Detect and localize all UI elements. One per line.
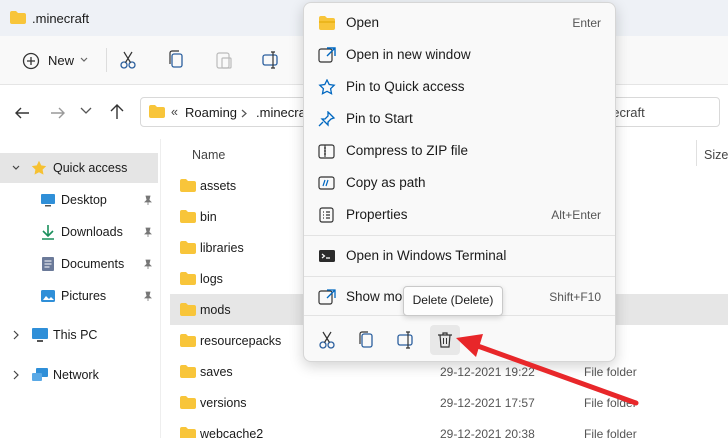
annotation-arrow [456, 334, 639, 406]
